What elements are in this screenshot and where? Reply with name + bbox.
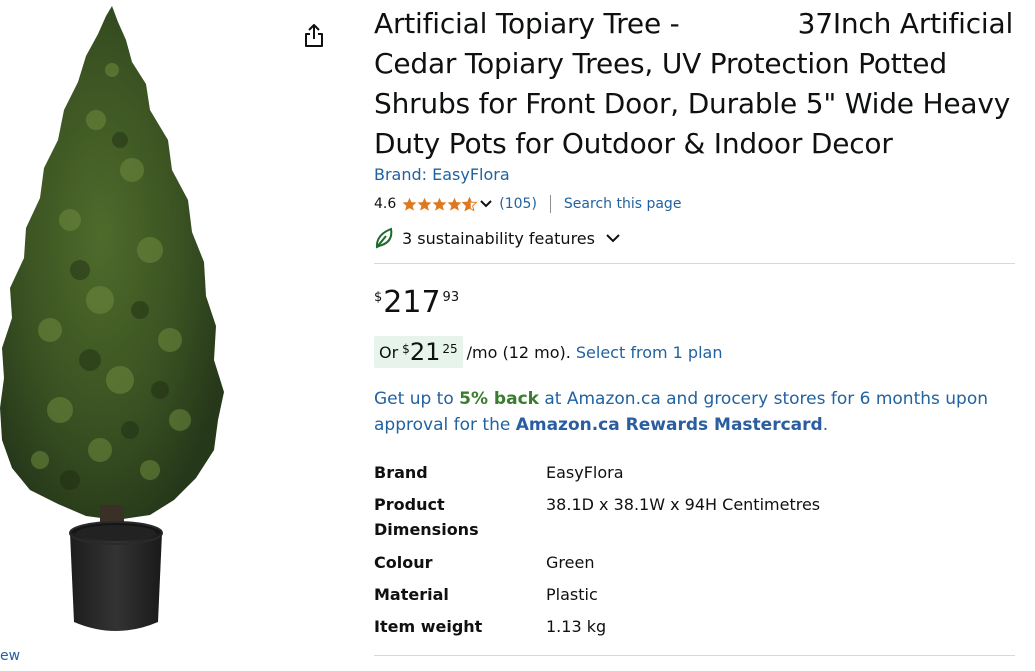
half-star-icon (462, 197, 478, 211)
star-icon (447, 197, 462, 211)
spec-row: Product Dimensions 38.1D x 38.1W x 94H C… (374, 492, 820, 550)
plan-per-month: /mo (12 mo). (466, 342, 571, 362)
star-icon (402, 197, 417, 211)
share-icon (305, 24, 323, 47)
spec-value: Plastic (546, 585, 598, 604)
spec-value: 38.1D x 38.1W x 94H Centimetres (546, 495, 821, 514)
promo-text-1: Get up to (374, 389, 460, 409)
product-image[interactable]: ew (0, 0, 250, 671)
product-title: Artificial Topiary Tree -37Inch Artifici… (374, 4, 1024, 164)
search-this-page-link[interactable]: Search this page (564, 196, 682, 212)
leaf-icon (375, 227, 393, 249)
select-plan-link[interactable]: Select from 1 plan (576, 343, 723, 362)
spec-label: Material (374, 585, 449, 604)
promo-card-name: Amazon.ca Rewards Mastercard (515, 415, 823, 435)
rating-stars[interactable] (402, 197, 499, 211)
spec-label: Item weight (374, 617, 483, 636)
price: $ 217 93 (374, 286, 459, 326)
chevron-down-icon (606, 234, 620, 243)
chevron-down-icon (480, 200, 492, 208)
plan-price-whole: 21 (409, 338, 441, 366)
spec-value: Green (546, 553, 595, 572)
spec-row: Item weight 1.13 kg (374, 614, 820, 646)
monthly-plan: Or $ 21 25 /mo (12 mo). Select from 1 pl… (374, 336, 722, 368)
title-part-1: Artificial Topiary Tree - (374, 7, 680, 40)
section-divider (374, 655, 1015, 656)
price-symbol: $ (374, 290, 383, 305)
brand-link[interactable]: Brand: EasyFlora (374, 165, 510, 184)
rewards-promo[interactable]: Get up to 5% back at Amazon.ca and groce… (374, 386, 994, 438)
sustainability-label: 3 sustainability features (402, 228, 595, 248)
tree-image (0, 6, 224, 631)
view-link-fragment[interactable]: ew (0, 648, 20, 664)
spec-row: Brand EasyFlora (374, 460, 820, 492)
plan-or-label: Or (379, 342, 399, 362)
price-whole: 217 (383, 285, 441, 320)
plan-price-badge: Or $ 21 25 (374, 336, 463, 368)
promo-text-3: . (822, 415, 829, 435)
price-fraction: 93 (442, 290, 460, 305)
promo-percent: 5% back (459, 389, 539, 409)
spec-row: Colour Green (374, 550, 820, 582)
rating-row: 4.6 (105) Search this page (374, 193, 681, 215)
product-specs-table: Brand EasyFlora Product Dimensions 38.1D… (374, 460, 820, 646)
star-icon (417, 197, 432, 211)
star-icon (432, 197, 447, 211)
spec-value: EasyFlora (546, 463, 624, 482)
spec-row: Material Plastic (374, 582, 820, 614)
spec-value: 1.13 kg (546, 617, 607, 636)
rating-value: 4.6 (374, 196, 397, 212)
section-divider (374, 263, 1015, 264)
rating-count-link[interactable]: (105) (499, 196, 537, 212)
spec-label: Brand (374, 463, 428, 482)
plan-price-symbol: $ (402, 342, 410, 356)
divider (549, 195, 551, 213)
spec-label: Product Dimensions (374, 495, 479, 539)
plan-price-fraction: 25 (442, 342, 458, 356)
sustainability-features-button[interactable]: 3 sustainability features (374, 226, 621, 250)
spec-label: Colour (374, 553, 433, 572)
share-button[interactable] (302, 22, 326, 50)
